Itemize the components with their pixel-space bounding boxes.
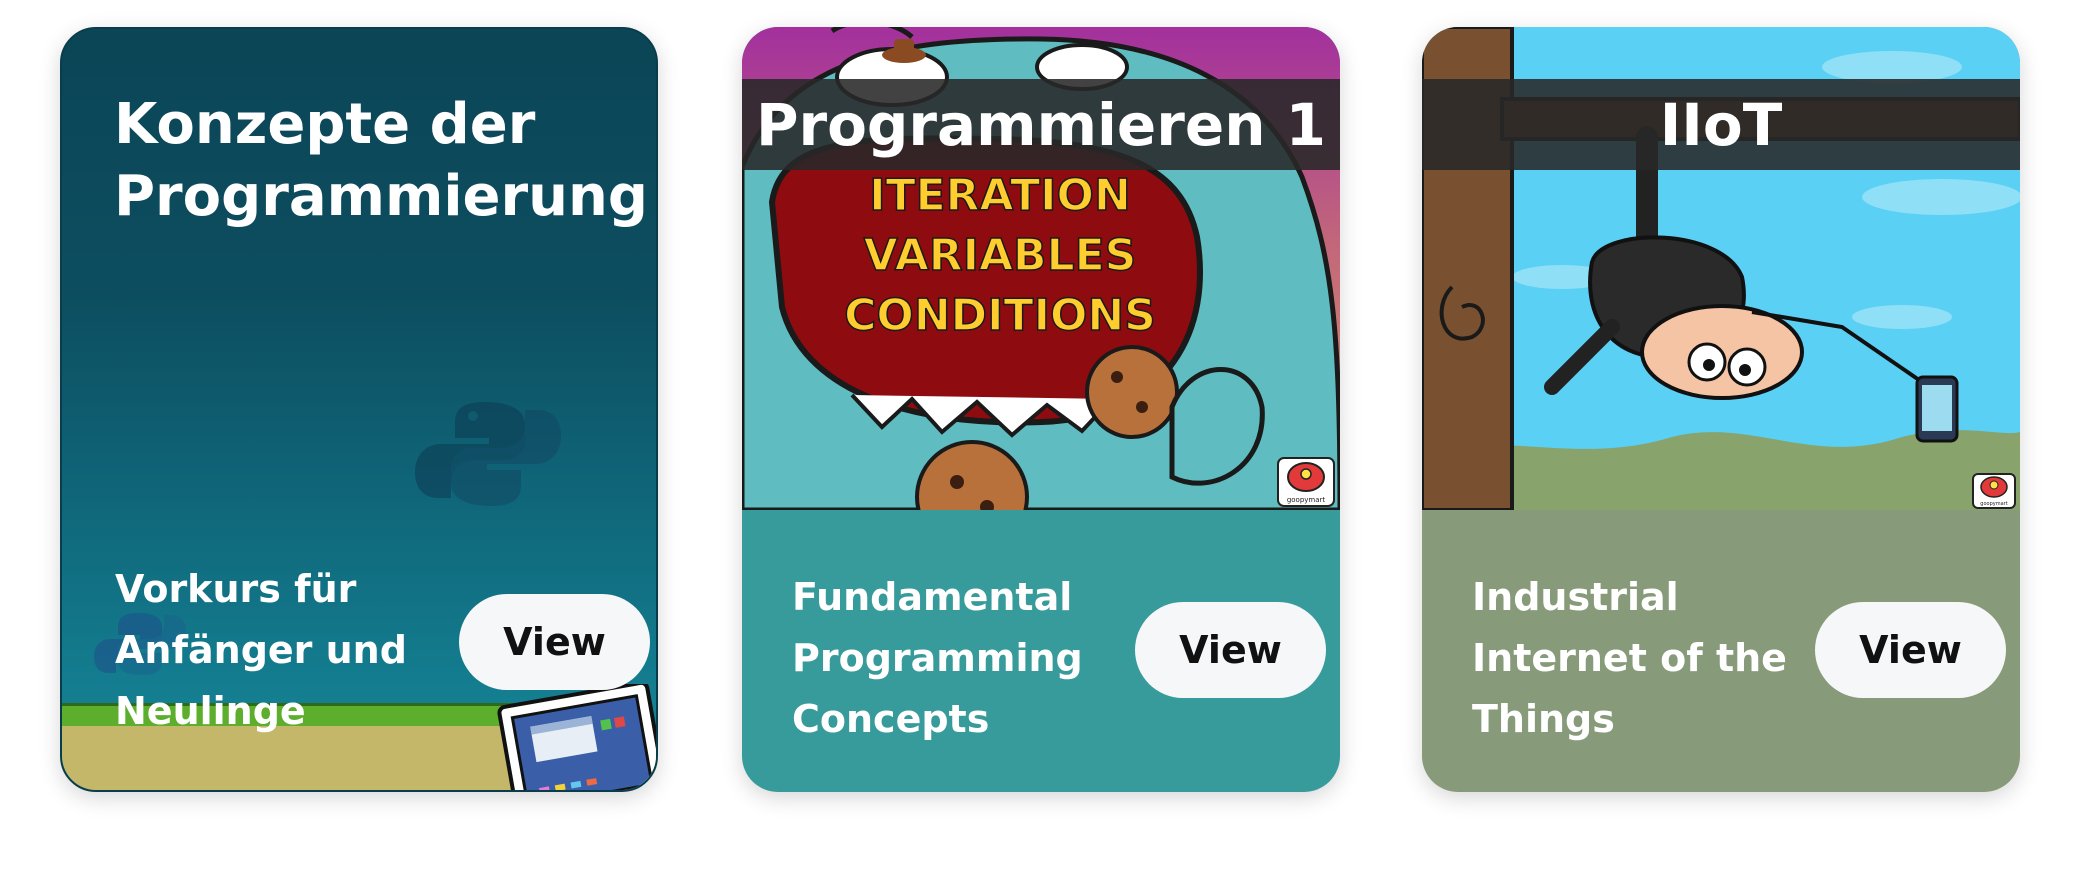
view-button[interactable]: View: [1135, 602, 1326, 698]
computer-window-icon: [497, 684, 656, 790]
image-text-iteration: ITERATION: [869, 170, 1131, 221]
image-text-variables: VARIABLES: [864, 230, 1137, 281]
image-text-conditions: CONDITIONS: [844, 290, 1156, 341]
card-title: Konzepte der Programmierung: [114, 92, 648, 229]
card-title: IIoT: [1422, 79, 2020, 170]
svg-text:goopymart: goopymart: [1287, 496, 1326, 504]
card-title: Programmieren 1: [742, 79, 1340, 170]
goopymart-badge-icon: goopymart: [1972, 473, 2016, 509]
card-description: Industrial Internet of the Things: [1472, 575, 1787, 741]
python-logo-icon: [415, 402, 561, 506]
card-description: Vorkurs für Anfänger und Neulinge: [115, 567, 407, 733]
svg-text:goopymart: goopymart: [1980, 501, 2007, 507]
course-card-konzepte: Konzepte der Programmierung Vorkurs für …: [60, 27, 658, 792]
goopymart-badge-icon: goopymart: [1277, 457, 1335, 507]
view-button[interactable]: View: [459, 594, 650, 690]
view-button[interactable]: View: [1815, 602, 2006, 698]
course-card-programmieren-1: ITERATION VARIABLES CONDITIONS Programmi…: [742, 27, 1340, 792]
course-card-iiot: IIoT goopymart Industrial Internet of th…: [1422, 27, 2020, 792]
card-description: Fundamental Programming Concepts: [792, 575, 1083, 741]
